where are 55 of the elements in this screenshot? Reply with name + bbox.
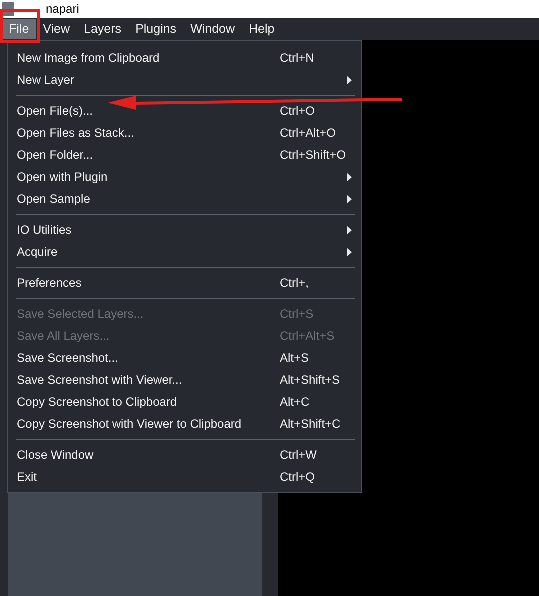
shortcut-text: Ctrl+Alt+S — [280, 329, 335, 343]
shortcut-text: Ctrl+O — [280, 104, 316, 118]
window-title: napari — [46, 2, 80, 16]
menu-entry-label: Copy Screenshot with Viewer to Clipboard — [17, 417, 242, 431]
shortcut-text: Alt+C — [280, 395, 310, 409]
menu-entry-label: Open with Plugin — [17, 170, 108, 184]
menu-entry[interactable]: Exit Ctrl+Q — [8, 466, 361, 488]
menu-entry[interactable]: Open Folder... Ctrl+Shift+O — [8, 144, 361, 166]
menu-entry-label: Preferences — [17, 276, 82, 290]
menu-entry[interactable]: Save Screenshot with Viewer... Alt+Shift+S — [8, 369, 361, 391]
menu-item[interactable]: Plugins — [128, 19, 184, 39]
menu-entry[interactable]: Open File(s)... Ctrl+O — [8, 100, 361, 122]
menu-item[interactable]: View — [36, 19, 78, 39]
menu-entry[interactable]: Acquire — [8, 241, 361, 263]
menu-entry[interactable]: Open Sample — [8, 188, 361, 210]
shortcut-text: Ctrl+W — [280, 448, 317, 462]
menu-entry[interactable]: Copy Screenshot with Viewer to Clipboard Alt+Shift+C — [8, 413, 361, 435]
menu-entry-label: Open Files as Stack... — [17, 126, 134, 140]
shortcut-text: Ctrl+, — [280, 276, 310, 290]
menu-item[interactable]: Window — [184, 19, 242, 39]
menu-entry-label: Open Folder... — [17, 148, 94, 162]
menu-entry[interactable]: Open Files as Stack... Ctrl+Alt+O — [8, 122, 361, 144]
menu-entry-label: Close Window — [17, 448, 94, 462]
menu-entry[interactable]: Preferences Ctrl+, — [8, 272, 361, 294]
menu-entry-label: Copy Screenshot to Clipboard — [17, 395, 178, 409]
menu-entry[interactable]: IO Utilities — [8, 219, 361, 241]
menu-entry[interactable]: Open with Plugin — [8, 166, 361, 188]
shortcut-text: Ctrl+Q — [280, 470, 316, 484]
menu-entry-label: Open File(s)... — [17, 104, 94, 118]
menu-entry[interactable]: Save Screenshot... Alt+S — [8, 347, 361, 369]
menu-entry-label: New Image from Clipboard — [17, 51, 160, 65]
menu-entry[interactable]: New Layer — [8, 69, 361, 91]
menu-entry-label: Save Selected Layers... — [17, 307, 144, 321]
menu-entry-label: Save Screenshot with Viewer... — [17, 373, 182, 387]
menu-entry[interactable]: Close Window Ctrl+W — [8, 444, 361, 466]
shortcut-text: Ctrl+Alt+O — [280, 126, 336, 140]
shortcut-text: Alt+S — [280, 351, 310, 365]
shortcut-text: Alt+Shift+C — [280, 417, 341, 431]
menu-entry-label: New Layer — [17, 73, 74, 87]
menu-entry-label: Save All Layers... — [17, 329, 110, 343]
shortcut-text: Ctrl+S — [280, 307, 314, 321]
menu-entry-label: Open Sample — [17, 192, 90, 206]
menu-entry-label: Acquire — [17, 245, 58, 259]
menu-item[interactable]: Help — [242, 19, 282, 39]
menu-entry-label: Save Screenshot... — [17, 351, 118, 365]
menu-item[interactable]: Layers — [77, 19, 129, 39]
menu-entry[interactable]: Copy Screenshot to Clipboard Alt+C — [8, 391, 361, 413]
shortcut-text: Ctrl+Shift+O — [280, 148, 346, 162]
shortcut-text: Ctrl+N — [280, 51, 314, 65]
menu-entry[interactable]: New Image from Clipboard Ctrl+N — [8, 47, 361, 69]
menu-entry-label: IO Utilities — [17, 223, 72, 237]
menu-entry-label: Exit — [17, 470, 38, 484]
highlight-box — [0, 9, 40, 43]
menu-item[interactable]: File — [2, 19, 36, 39]
shortcut-text: Alt+Shift+S — [280, 373, 340, 387]
